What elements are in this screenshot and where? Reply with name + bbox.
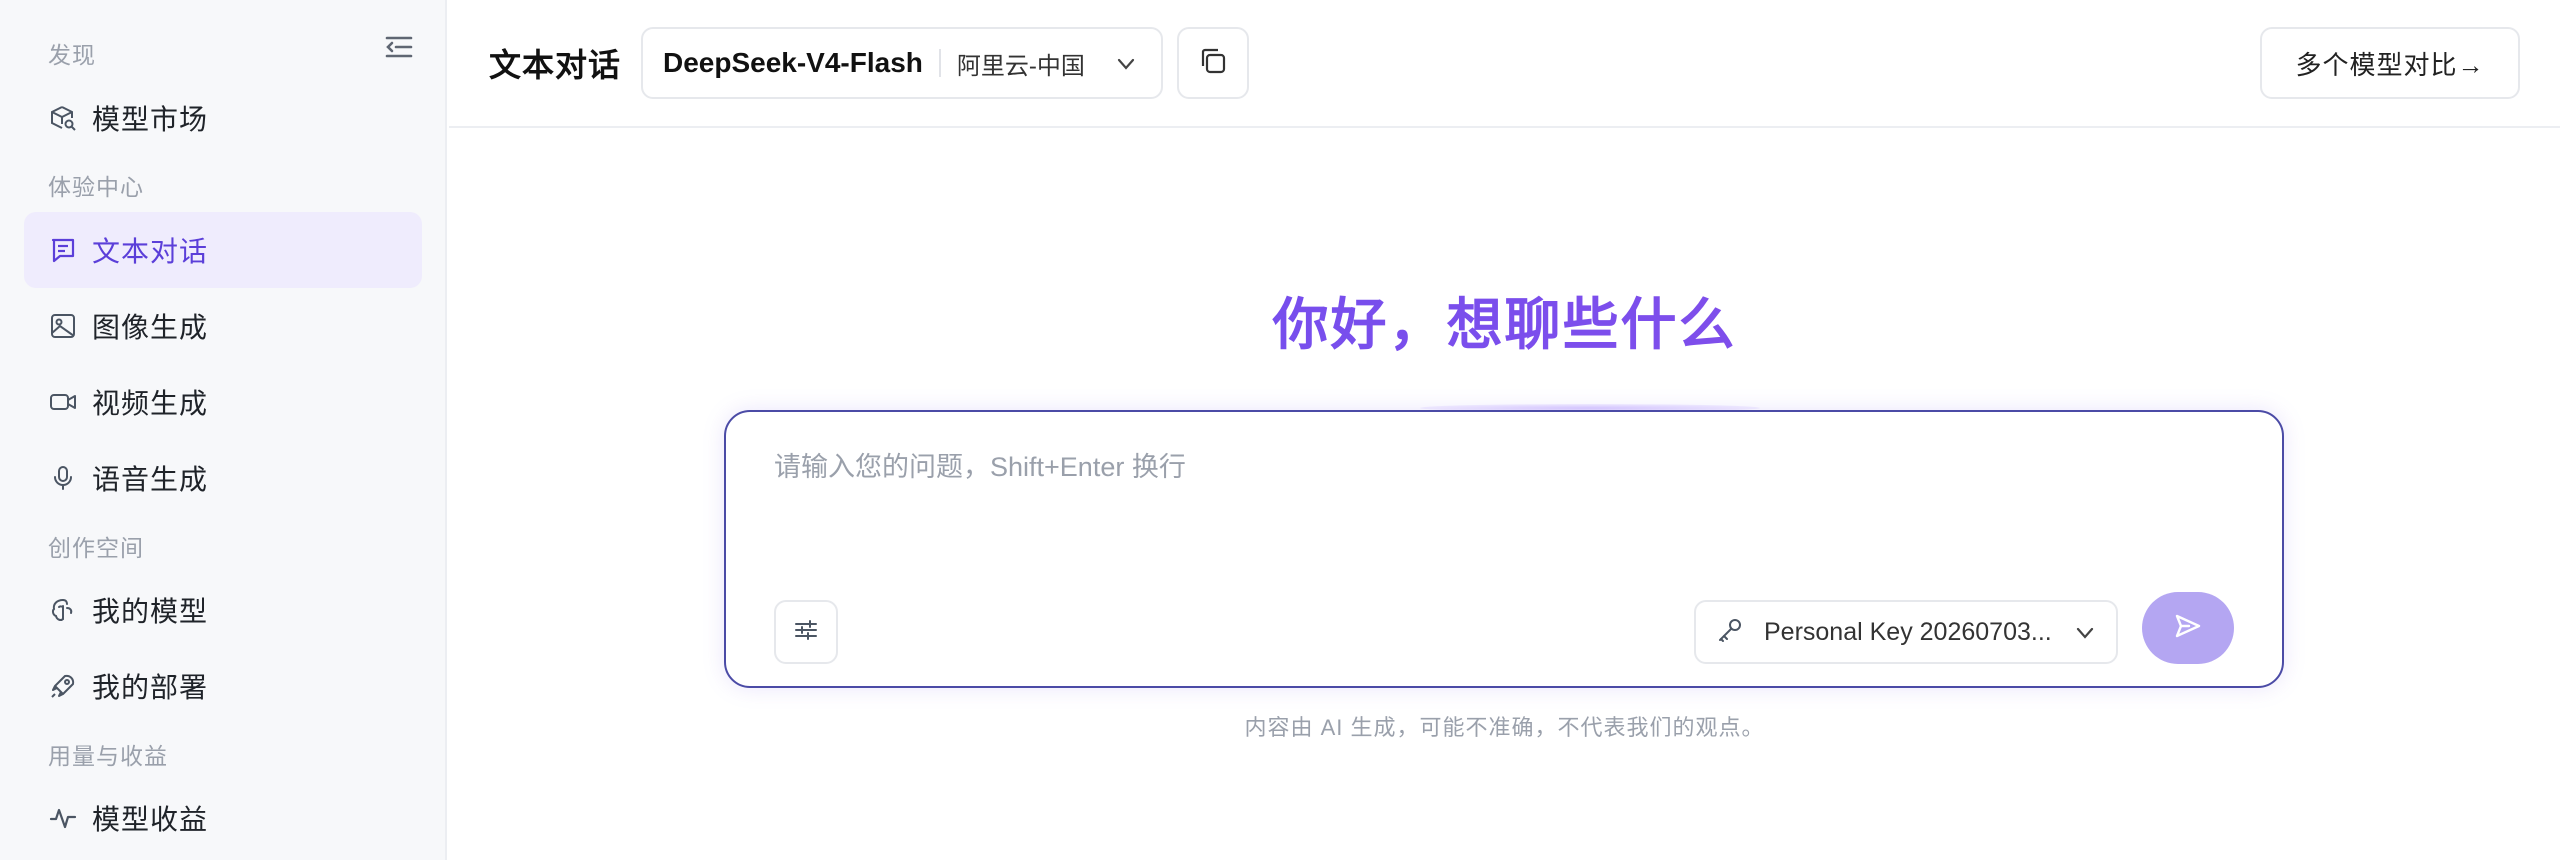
send-icon bbox=[2173, 611, 2203, 646]
ai-disclaimer: 内容由 AI 生成，可能不准确，不代表我们的观点。 bbox=[1244, 715, 1765, 740]
compare-models-button[interactable]: 多个模型对比→ bbox=[2260, 27, 2520, 99]
top-header: 文本对话 DeepSeek-V4-Flash 阿里云-中国 多个模型对比→ bbox=[449, 0, 2560, 128]
sidebar-item-label: 视频生成 bbox=[92, 388, 209, 419]
chevron-down-icon bbox=[1113, 51, 1139, 82]
sidebar-item-label: 模型市场 bbox=[92, 104, 209, 135]
sidebar-item-my-models[interactable]: 我的模型 bbox=[24, 572, 422, 648]
section-usage-and-earnings: 用量与收益 bbox=[48, 743, 168, 769]
model-selector[interactable]: DeepSeek-V4-Flash 阿里云-中国 bbox=[641, 27, 1163, 99]
greeting-heading: 你好，想聊些什么 bbox=[449, 280, 2560, 361]
copy-button[interactable] bbox=[1177, 27, 1249, 99]
sidebar-item-model-earnings[interactable]: 模型收益 bbox=[24, 780, 422, 856]
sidebar-item-voice-generation[interactable]: 语音生成 bbox=[24, 440, 422, 516]
video-icon bbox=[48, 387, 78, 417]
model-region: 阿里云-中国 bbox=[956, 52, 1085, 80]
microphone-icon bbox=[48, 463, 78, 493]
sidebar-item-my-deployments[interactable]: 我的部署 bbox=[24, 648, 422, 724]
sidebar-item-text-chat[interactable]: 文本对话 bbox=[24, 212, 422, 288]
sidebar-item-label: 图像生成 bbox=[92, 312, 209, 343]
api-key-label: Personal Key 20260703... bbox=[1764, 617, 2052, 646]
chat-input[interactable] bbox=[774, 452, 2174, 483]
chat-text-icon bbox=[48, 235, 78, 265]
chevron-down-icon bbox=[2072, 620, 2098, 651]
rocket-icon bbox=[48, 671, 78, 701]
key-icon bbox=[1716, 616, 1744, 649]
cube-search-icon bbox=[48, 103, 78, 133]
sidebar-item-label: 模型收益 bbox=[92, 804, 209, 835]
sidebar-item-model-market[interactable]: 模型市场 bbox=[24, 80, 422, 156]
page-title: 文本对话 bbox=[489, 47, 622, 83]
sidebar-item-label: 我的部署 bbox=[92, 672, 209, 703]
parameter-settings-button[interactable] bbox=[774, 600, 838, 664]
section-discover: 发现 bbox=[48, 42, 96, 68]
section-creative-space: 创作空间 bbox=[48, 535, 144, 561]
collapse-sidebar-icon[interactable] bbox=[384, 32, 414, 62]
sidebar-item-label: 我的模型 bbox=[92, 596, 209, 627]
model-name: DeepSeek-V4-Flash bbox=[663, 47, 923, 78]
copy-icon bbox=[1197, 45, 1229, 82]
sliders-icon bbox=[792, 616, 820, 649]
divider bbox=[938, 49, 941, 77]
api-key-selector[interactable]: Personal Key 20260703... bbox=[1694, 600, 2118, 664]
chat-composer: Personal Key 20260703... bbox=[724, 410, 2284, 688]
sidebar-item-label: 语音生成 bbox=[92, 464, 209, 495]
activity-icon bbox=[48, 803, 78, 833]
sidebar-item-video-generation[interactable]: 视频生成 bbox=[24, 364, 422, 440]
sidebar: 发现 模型市场 体验中心 文本对话 图像生成 视频生成 语音生成 创作空间 我的… bbox=[0, 0, 447, 860]
sidebar-item-label: 文本对话 bbox=[92, 236, 209, 267]
send-button[interactable] bbox=[2142, 592, 2234, 664]
image-icon bbox=[48, 311, 78, 341]
brain-icon bbox=[48, 595, 78, 625]
sidebar-item-image-generation[interactable]: 图像生成 bbox=[24, 288, 422, 364]
section-experience-center: 体验中心 bbox=[48, 174, 144, 200]
